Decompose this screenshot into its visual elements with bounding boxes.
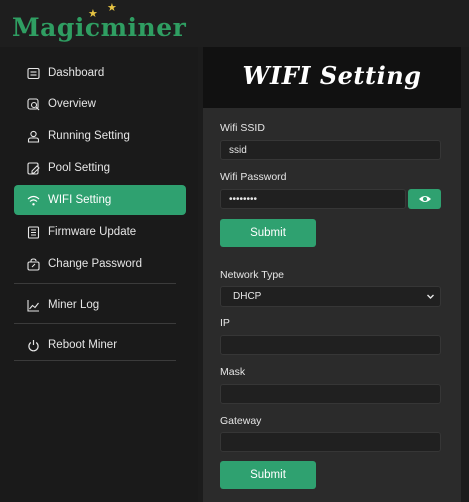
chart-line-icon: [26, 298, 40, 312]
network-submit-button[interactable]: Submit: [220, 461, 316, 489]
sidebar-item-label: Reboot Miner: [48, 339, 118, 351]
ssid-input[interactable]: ssid: [220, 140, 441, 160]
brand-logo[interactable]: Magicminer ★ ★: [12, 3, 192, 47]
power-icon: [26, 338, 40, 352]
gateway-label: Gateway: [220, 415, 262, 427]
sidebar-item-running-setting[interactable]: Running Setting: [14, 121, 186, 151]
sidebar-item-dashboard[interactable]: Dashboard: [14, 58, 186, 88]
password-input[interactable]: ••••••••: [220, 189, 406, 209]
mask-input[interactable]: [220, 384, 441, 404]
sidebar-item-label: WIFI Setting: [48, 194, 112, 206]
star-icon: ★: [88, 8, 98, 20]
sidebar-divider: [14, 323, 176, 324]
sidebar-divider: [14, 283, 176, 284]
pool-icon: [26, 161, 40, 175]
star-icon: ★: [107, 2, 117, 14]
sidebar-item-label: Miner Log: [48, 299, 100, 311]
sidebar-item-label: Pool Setting: [48, 162, 111, 174]
sidebar-item-label: Overview: [48, 98, 96, 110]
dashboard-icon: [26, 66, 40, 80]
eye-icon: [418, 196, 431, 202]
network-type-label: Network Type: [220, 269, 284, 281]
password-label: Wifi Password: [220, 171, 287, 183]
sidebar-item-reboot-miner[interactable]: Reboot Miner: [14, 330, 186, 360]
sidebar-item-label: Dashboard: [48, 67, 105, 79]
page-title: WIFI Setting: [242, 61, 422, 90]
sidebar-item-overview[interactable]: Overview: [14, 89, 186, 119]
network-type-value: DHCP: [233, 291, 262, 302]
ip-input[interactable]: [220, 335, 441, 355]
sidebar-item-wifi-setting[interactable]: WIFI Setting: [14, 185, 186, 215]
wifi-icon: [26, 193, 40, 207]
ip-label: IP: [220, 317, 230, 329]
sidebar-item-pool-setting[interactable]: Pool Setting: [14, 153, 186, 183]
show-password-button[interactable]: [408, 189, 441, 209]
chevron-down-icon: [427, 294, 434, 299]
network-type-select[interactable]: DHCP: [220, 286, 441, 307]
sidebar-item-miner-log[interactable]: Miner Log: [14, 290, 186, 320]
user-icon: [26, 129, 40, 143]
sidebar-item-label: Firmware Update: [48, 226, 137, 238]
brand-name: Magicminer: [12, 13, 187, 42]
sidebar-item-label: Running Setting: [48, 130, 130, 142]
title-banner: WIFI Setting: [203, 47, 461, 108]
wifi-submit-button[interactable]: Submit: [220, 219, 316, 247]
wifi-form: Wifi SSID ssid Wifi Password •••••••• Su…: [203, 108, 461, 502]
sidebar-item-firmware-update[interactable]: Firmware Update: [14, 217, 186, 247]
mask-label: Mask: [220, 366, 246, 378]
ssid-label: Wifi SSID: [220, 122, 265, 134]
gateway-input[interactable]: [220, 432, 441, 452]
main-panel: WIFI Setting Wifi SSID ssid Wifi Passwor…: [203, 47, 461, 502]
password-icon: [26, 257, 40, 271]
overview-icon: [26, 97, 40, 111]
firmware-icon: [26, 225, 40, 239]
sidebar-item-change-password[interactable]: Change Password: [14, 249, 186, 279]
sidebar-divider: [14, 360, 176, 361]
top-header: Magicminer ★ ★: [0, 0, 469, 47]
sidebar: Dashboard Overview Running Setting Pool …: [0, 47, 198, 502]
sidebar-item-label: Change Password: [48, 258, 142, 270]
